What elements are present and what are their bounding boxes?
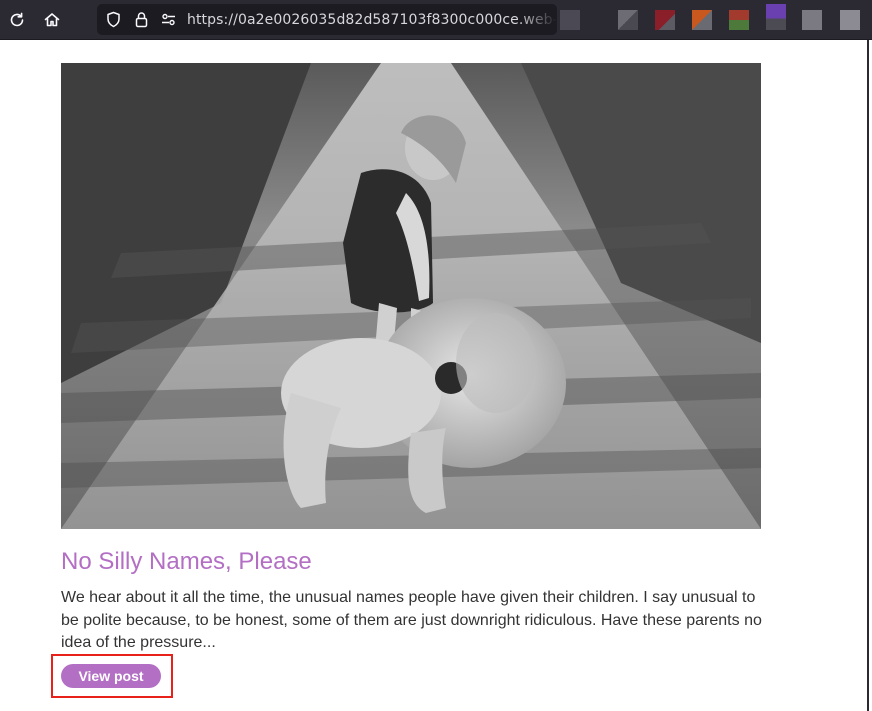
reload-button[interactable]: [3, 6, 31, 34]
post-image: [61, 63, 761, 529]
extension-icon[interactable]: [729, 10, 749, 30]
lock-icon[interactable]: [133, 11, 150, 28]
page-edge: [867, 40, 869, 711]
extension-icon[interactable]: [560, 10, 580, 30]
url-fade: [517, 4, 557, 35]
url-text[interactable]: https://0a2e0026035d82d587103f8300c000ce…: [187, 12, 557, 28]
extension-icon[interactable]: [692, 10, 712, 30]
extension-icon[interactable]: [840, 10, 860, 30]
reload-icon: [10, 12, 24, 27]
extension-icon[interactable]: [655, 10, 675, 30]
extension-icon[interactable]: [618, 10, 638, 30]
address-bar[interactable]: https://0a2e0026035d82d587103f8300c000ce…: [97, 4, 557, 35]
permissions-icon[interactable]: [160, 11, 177, 28]
post-title[interactable]: No Silly Names, Please: [61, 548, 312, 576]
child-with-teddy-image: [61, 63, 761, 529]
extension-icon[interactable]: [766, 4, 786, 30]
home-icon: [44, 13, 60, 27]
home-button[interactable]: [38, 6, 66, 34]
extension-icon[interactable]: [802, 10, 822, 30]
shield-icon[interactable]: [105, 11, 122, 28]
browser-toolbar: https://0a2e0026035d82d587103f8300c000ce…: [0, 0, 872, 40]
post-summary: We hear about it all the time, the unusu…: [61, 589, 762, 651]
highlight-box: [51, 654, 173, 698]
